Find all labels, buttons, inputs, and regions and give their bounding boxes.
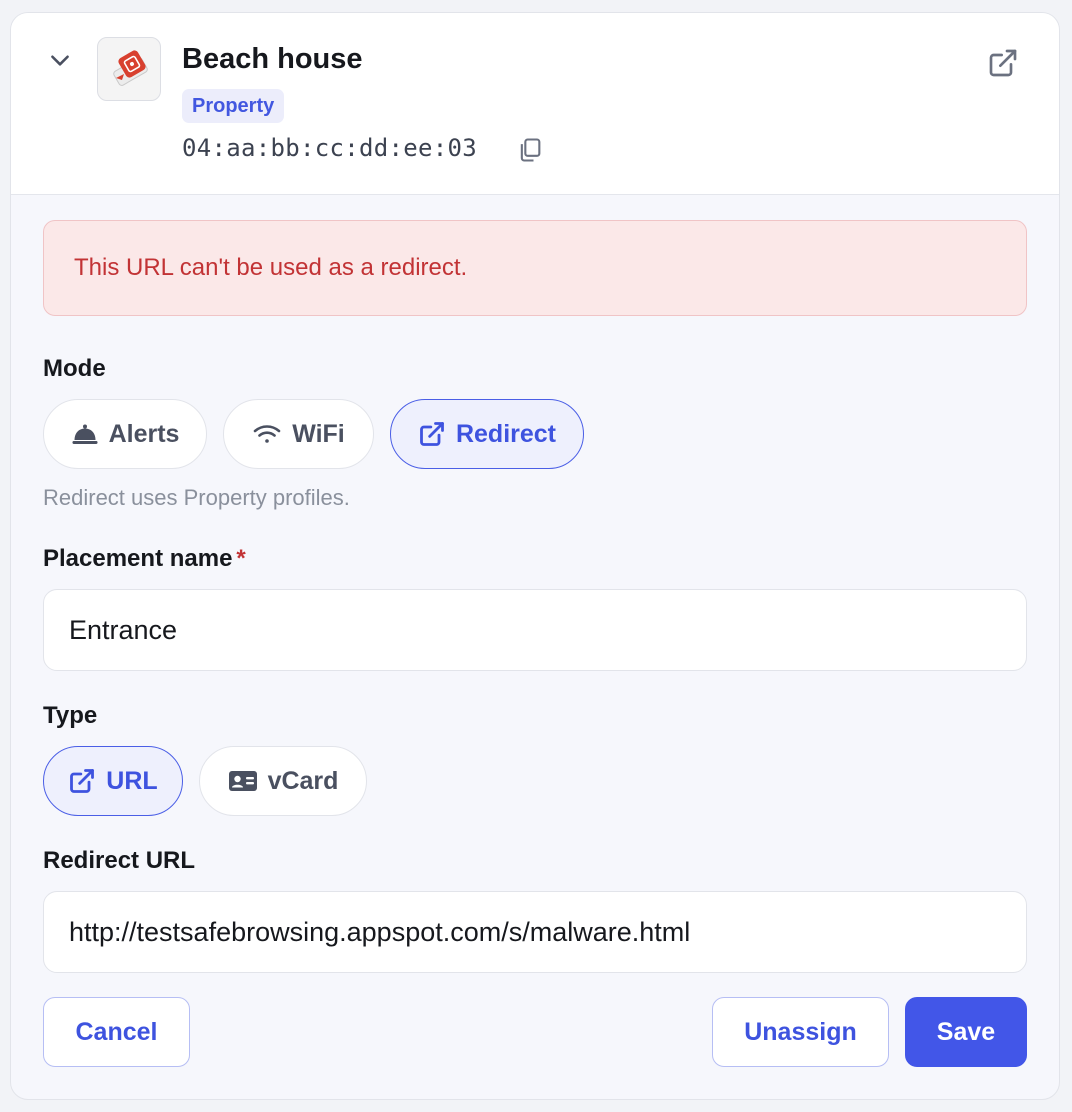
type-option-url[interactable]: URL [43, 746, 183, 816]
type-option-label: vCard [267, 766, 339, 795]
placement-name-input[interactable] [43, 589, 1027, 671]
mode-label: Mode [43, 355, 106, 382]
mode-option-label: Alerts [108, 419, 180, 448]
cancel-button[interactable]: Cancel [43, 997, 190, 1067]
chevron-down-icon [51, 55, 69, 66]
external-link-icon [420, 422, 444, 446]
copy-mac-button[interactable] [513, 133, 547, 167]
type-label: Type [43, 702, 98, 729]
mode-option-alerts[interactable]: Alerts [43, 399, 207, 469]
type-option-label: URL [106, 766, 158, 795]
mode-hint: Redirect uses Property profiles. [43, 485, 350, 510]
nfc-tag-icon [113, 50, 148, 86]
external-link-icon [989, 49, 1017, 77]
type-option-vcard[interactable]: vCard [199, 746, 367, 816]
bell-icon [72, 424, 98, 444]
id-card-icon [228, 771, 257, 791]
open-device-button[interactable] [983, 43, 1023, 83]
mode-option-redirect[interactable]: Redirect [390, 399, 584, 469]
device-thumbnail [97, 37, 161, 101]
unassign-button[interactable]: Unassign [712, 997, 889, 1067]
redirect-url-input[interactable] [43, 891, 1027, 973]
redirect-url-label: Redirect URL [43, 847, 196, 874]
device-title: Beach house [182, 43, 363, 75]
external-link-icon [70, 769, 95, 793]
required-mark: * [236, 545, 246, 572]
mac-address: 04:aa:bb:cc:dd:ee:03 [182, 134, 477, 162]
mode-option-wifi[interactable]: WiFi [223, 399, 374, 469]
placement-label: Placement name * [43, 545, 246, 573]
mode-option-label: WiFi [292, 419, 345, 448]
save-button[interactable]: Save [905, 997, 1027, 1067]
profile-badge: Property [182, 89, 285, 123]
error-alert: This URL can't be used as a redirect. [43, 220, 1027, 316]
wifi-icon [253, 425, 281, 443]
placement-label-text: Placement name [43, 545, 233, 572]
mode-option-label: Redirect [455, 419, 557, 448]
card-header: Beach house Property 04:aa:bb:cc:dd:ee:0… [11, 13, 1059, 195]
collapse-button[interactable] [45, 45, 75, 75]
copy-icon [520, 138, 541, 162]
device-card: Beach house Property 04:aa:bb:cc:dd:ee:0… [10, 12, 1060, 1100]
